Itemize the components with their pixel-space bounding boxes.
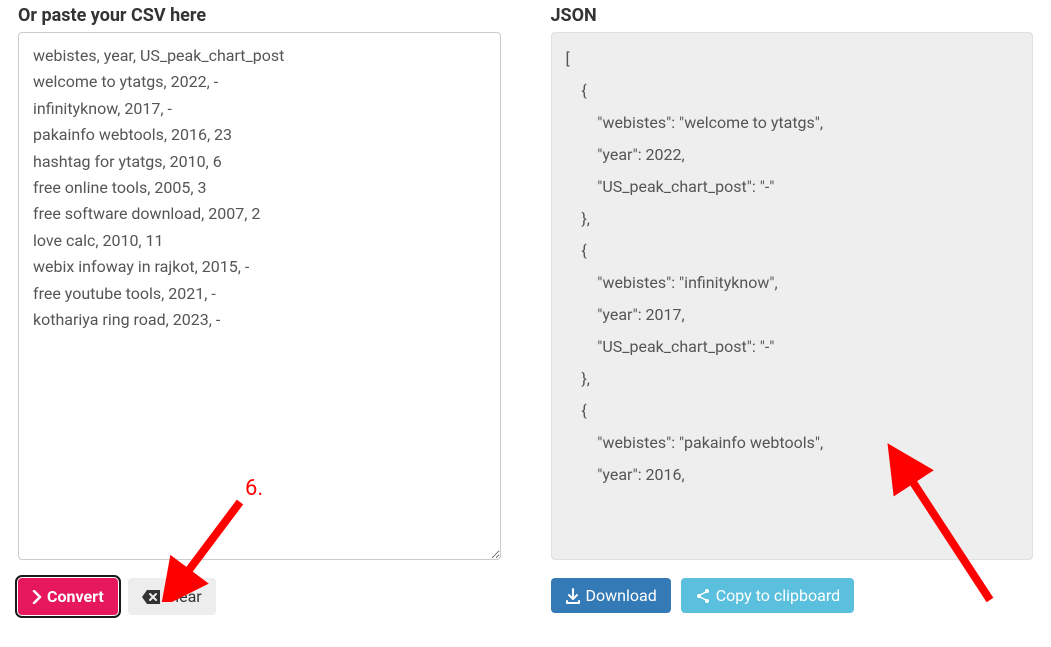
main-container: Or paste your CSV here Convert Clear JSO…: [0, 0, 1051, 620]
download-button-label: Download: [586, 586, 657, 605]
json-heading: JSON: [551, 5, 1034, 26]
download-button[interactable]: Download: [551, 578, 671, 613]
convert-button[interactable]: Convert: [18, 578, 118, 615]
copy-button[interactable]: Copy to clipboard: [681, 578, 854, 613]
clear-button[interactable]: Clear: [128, 578, 216, 615]
chevron-right-icon: [32, 590, 42, 604]
json-output[interactable]: [ { "webistes": "welcome to ytatgs", "ye…: [551, 32, 1034, 560]
left-column: Or paste your CSV here Convert Clear: [18, 5, 501, 615]
csv-heading: Or paste your CSV here: [18, 5, 501, 26]
right-column: JSON [ { "webistes": "welcome to ytatgs"…: [551, 5, 1034, 615]
left-button-row: Convert Clear: [18, 578, 501, 615]
download-icon: [565, 588, 581, 604]
backspace-icon: [142, 590, 160, 604]
copy-button-label: Copy to clipboard: [716, 586, 840, 605]
convert-button-label: Convert: [47, 587, 104, 606]
share-icon: [695, 588, 711, 604]
clear-button-label: Clear: [165, 587, 202, 606]
right-button-row: Download Copy to clipboard: [551, 578, 1034, 613]
annotation-number: 6.: [245, 476, 263, 501]
